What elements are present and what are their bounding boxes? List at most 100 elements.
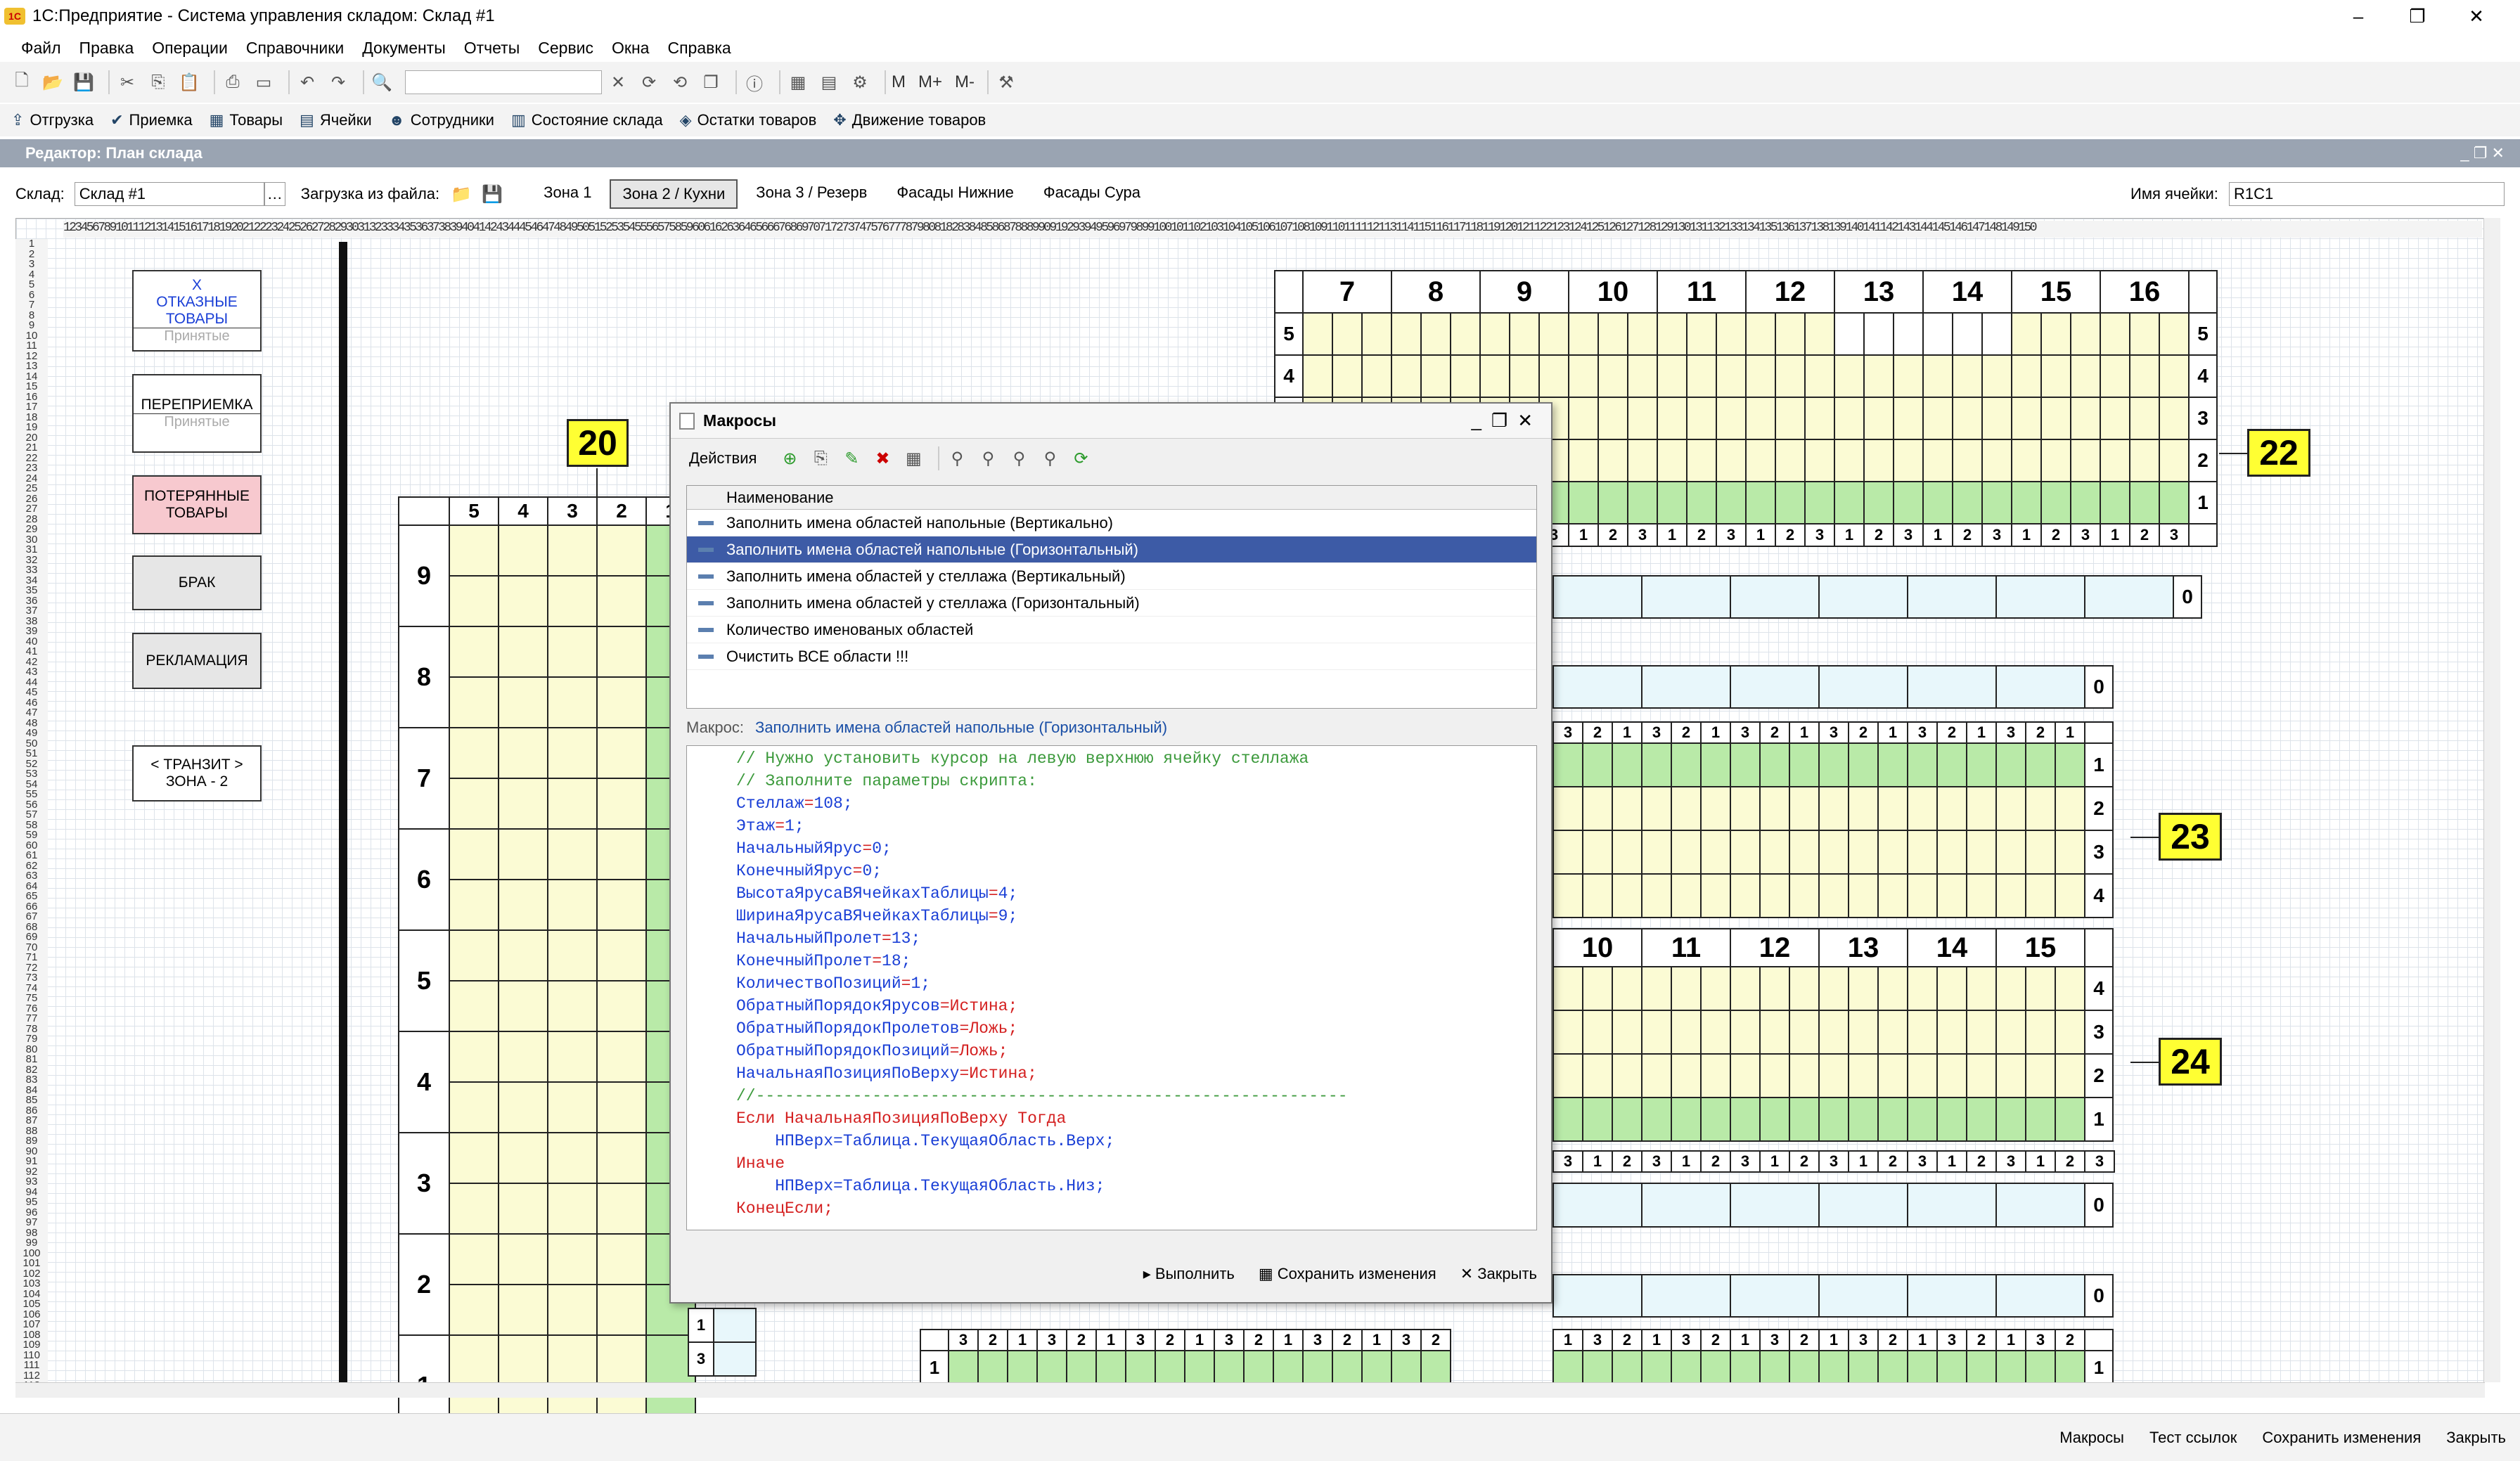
rack-cell[interactable] xyxy=(1995,665,2085,709)
filter-value-icon[interactable]: ⚲ xyxy=(976,446,1000,470)
rack-cell[interactable] xyxy=(1700,1097,1731,1142)
rack-cell[interactable] xyxy=(1922,481,1953,524)
rack-cell[interactable] xyxy=(498,575,548,627)
rack-cell[interactable] xyxy=(1509,354,1540,398)
rack-cell[interactable] xyxy=(2070,397,2101,440)
rack-cell[interactable] xyxy=(1907,1010,1938,1055)
rack-cell[interactable] xyxy=(596,575,647,627)
clear-filter-icon[interactable]: ⚲ xyxy=(1038,446,1062,470)
rack-cell[interactable] xyxy=(1582,830,1613,875)
rack-cell[interactable] xyxy=(2055,1097,2085,1142)
rack-cell[interactable] xyxy=(547,676,598,728)
rack-cell[interactable] xyxy=(1804,439,1835,482)
rack-cell[interactable] xyxy=(1568,481,1599,524)
rack-cell[interactable] xyxy=(1848,873,1879,918)
toolbar-action[interactable]: ✔ Приемка xyxy=(110,111,192,129)
rack-cell[interactable] xyxy=(1582,786,1613,831)
rack-cell[interactable] xyxy=(1641,1097,1672,1142)
menu-item[interactable]: Операции xyxy=(152,39,228,58)
rack-cell[interactable] xyxy=(2025,966,2056,1011)
rack-cell[interactable] xyxy=(1863,397,1894,440)
rack-cell[interactable] xyxy=(1936,1010,1967,1055)
list-item[interactable]: Заполнить имена областей напольные (Верт… xyxy=(687,510,1536,536)
rack-cell[interactable] xyxy=(1641,830,1672,875)
rack-cell[interactable] xyxy=(1361,354,1392,398)
rack-cell[interactable] xyxy=(1775,312,1806,356)
rack-cell[interactable] xyxy=(2159,354,2190,398)
rack-cell[interactable] xyxy=(1641,873,1672,918)
rack-cell[interactable] xyxy=(498,1183,548,1235)
rack-cell[interactable] xyxy=(1995,1053,2026,1098)
rack-cell[interactable] xyxy=(2040,397,2071,440)
maximize-button[interactable]: ❐ xyxy=(2388,0,2447,32)
rack-cell[interactable] xyxy=(498,1284,548,1336)
rack-cell[interactable] xyxy=(1775,481,1806,524)
rack-cell[interactable] xyxy=(1671,742,1702,787)
rack-cell[interactable] xyxy=(1893,481,1924,524)
rack-cell[interactable] xyxy=(1479,312,1510,356)
rack-cell[interactable] xyxy=(1922,439,1953,482)
rack-cell[interactable] xyxy=(1657,354,1688,398)
rack-cell[interactable] xyxy=(1538,354,1569,398)
rack-cell[interactable] xyxy=(1568,397,1599,440)
sklad-field[interactable]: Склад #1 xyxy=(74,182,264,206)
rack-cell[interactable] xyxy=(1759,1350,1790,1385)
rack-cell[interactable] xyxy=(596,1031,647,1083)
close-window-button[interactable]: ✕ xyxy=(2447,0,2506,32)
rack-cell[interactable] xyxy=(1995,1097,2026,1142)
toolbar-action[interactable]: ✥ Движение товаров xyxy=(833,111,986,129)
menu-item[interactable]: Отчеты xyxy=(464,39,520,58)
rack-cell[interactable] xyxy=(498,727,548,779)
rack-cell[interactable] xyxy=(1804,481,1835,524)
rack-cell[interactable] xyxy=(596,524,647,577)
rack-cell[interactable] xyxy=(498,929,548,981)
rack-cell[interactable] xyxy=(1907,830,1938,875)
rack-cell[interactable] xyxy=(596,1284,647,1336)
rack-cell[interactable] xyxy=(547,524,598,577)
rack-cell[interactable] xyxy=(1552,1183,1642,1228)
rack-cell[interactable] xyxy=(1995,1350,2026,1385)
rack-cell[interactable] xyxy=(2070,312,2101,356)
rack-cell[interactable] xyxy=(1759,786,1790,831)
rack-cell[interactable] xyxy=(1700,1350,1731,1385)
rack-cell[interactable] xyxy=(1552,786,1583,831)
rack-cell[interactable] xyxy=(1582,1053,1613,1098)
rack-cell[interactable] xyxy=(1877,966,1908,1011)
rack-cell[interactable] xyxy=(1641,1010,1672,1055)
rack-cell[interactable] xyxy=(449,727,499,779)
rack-cell[interactable] xyxy=(547,1334,598,1386)
rack-cell[interactable] xyxy=(1184,1350,1215,1385)
rack-cell[interactable] xyxy=(1907,742,1938,787)
rack-cell[interactable] xyxy=(2011,354,2042,398)
rack-cell[interactable] xyxy=(1863,481,1894,524)
rack-cell[interactable] xyxy=(1730,1350,1761,1385)
rack-cell[interactable] xyxy=(1612,1097,1642,1142)
rack-cell[interactable] xyxy=(1641,742,1672,787)
rack-cell[interactable] xyxy=(1995,1183,2085,1228)
rack-cell[interactable] xyxy=(1657,312,1688,356)
rack-cell[interactable] xyxy=(498,828,548,880)
rack-cell[interactable] xyxy=(1552,665,1642,709)
rack-cell[interactable] xyxy=(449,879,499,931)
sklad-select-button[interactable]: … xyxy=(264,182,285,206)
rack-cell[interactable] xyxy=(1966,830,1997,875)
rack-cell[interactable] xyxy=(547,879,598,931)
rack-cell[interactable] xyxy=(2159,439,2190,482)
rack-cell[interactable] xyxy=(1730,786,1761,831)
rack-cell[interactable] xyxy=(1361,312,1392,356)
rack-cell[interactable] xyxy=(2025,1010,2056,1055)
rack-cell[interactable] xyxy=(547,1233,598,1285)
rack-cell[interactable] xyxy=(1877,830,1908,875)
rack-cell[interactable] xyxy=(1716,481,1747,524)
rack-cell[interactable] xyxy=(498,879,548,931)
rack-cell[interactable] xyxy=(1952,439,1983,482)
rack-cell[interactable] xyxy=(2100,354,2130,398)
rack-cell[interactable] xyxy=(1671,830,1702,875)
rack-cell[interactable] xyxy=(1789,873,1820,918)
rack-cell[interactable] xyxy=(547,575,598,627)
rack-cell[interactable] xyxy=(1552,742,1583,787)
rack-cell[interactable] xyxy=(1936,1350,1967,1385)
rack-cell[interactable] xyxy=(596,676,647,728)
rack-cell[interactable] xyxy=(1612,966,1642,1011)
rack-cell[interactable] xyxy=(2040,439,2071,482)
